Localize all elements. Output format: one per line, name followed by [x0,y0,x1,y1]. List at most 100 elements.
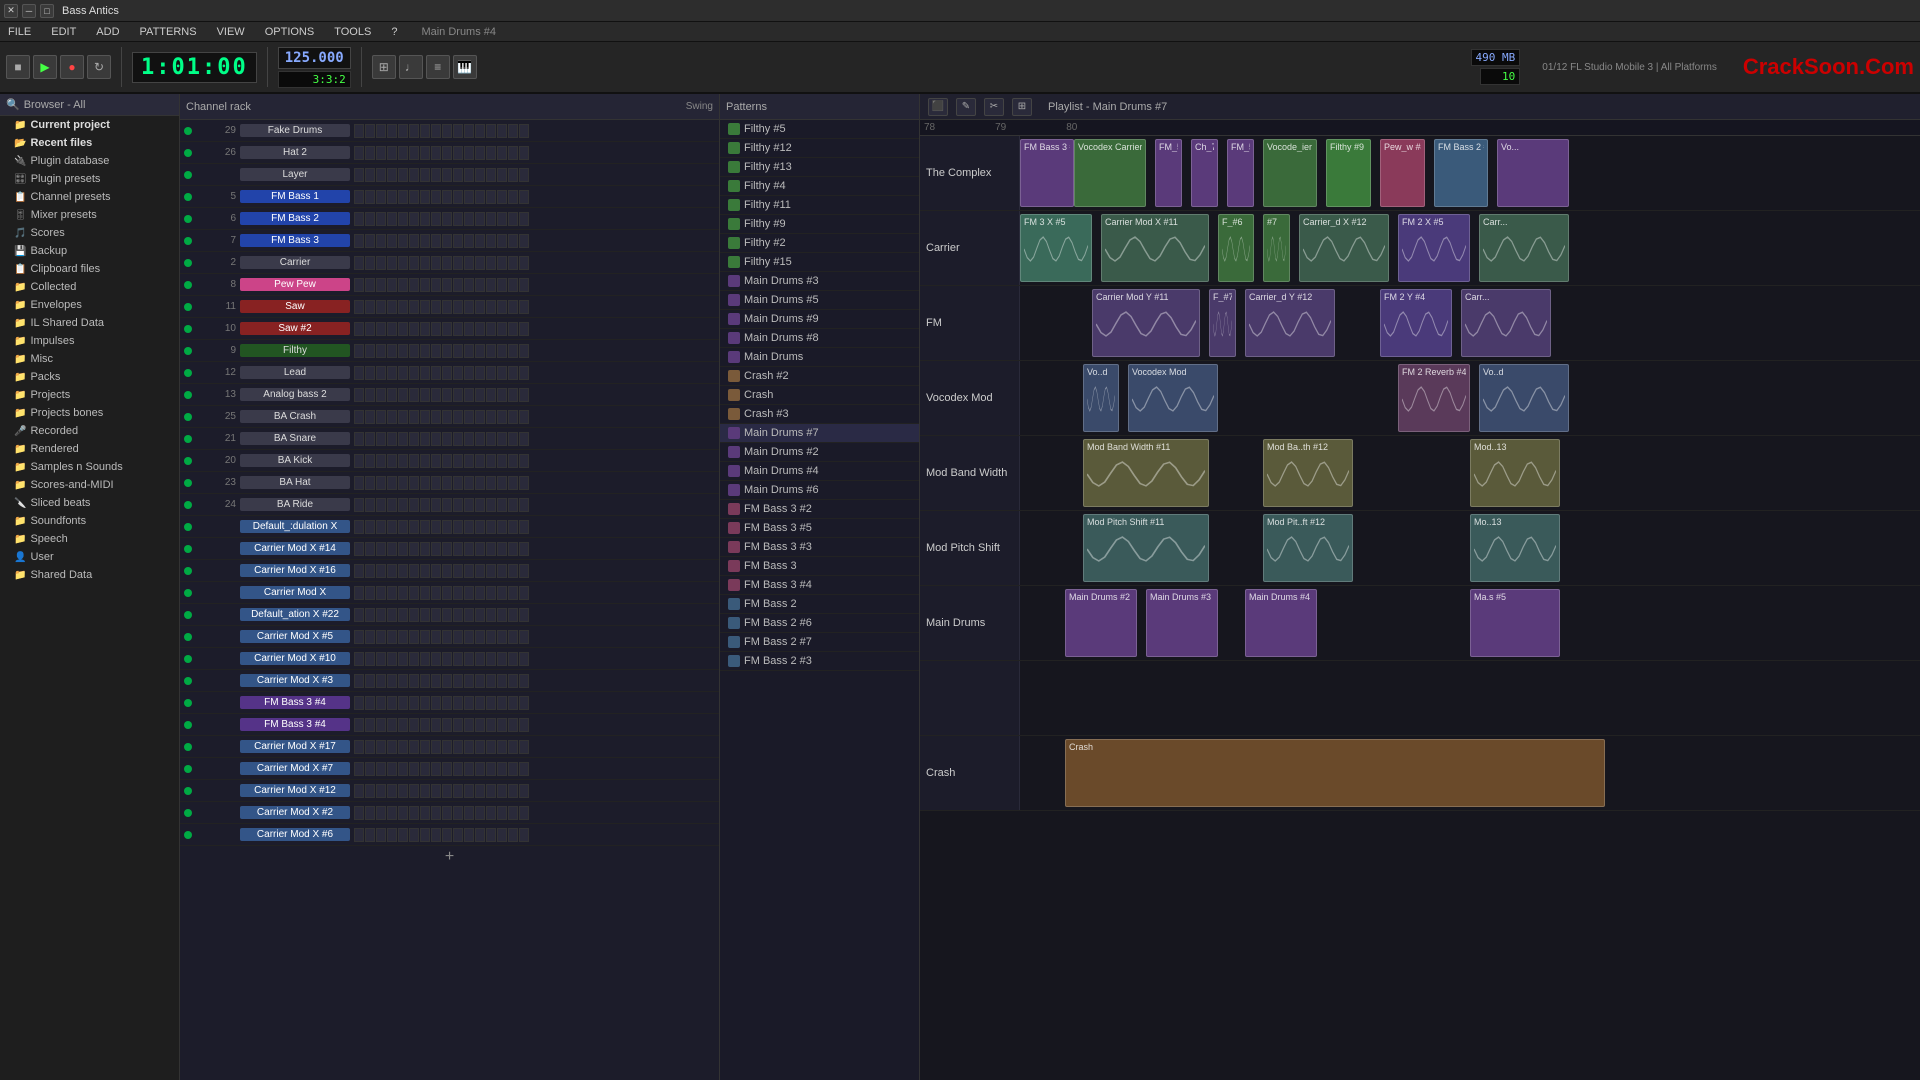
clip[interactable]: FM 2 Reverb #4 [1398,364,1470,432]
piano-button[interactable]: 🎹 [453,55,477,79]
playlist-btn-1[interactable]: ⬛ [928,98,948,116]
channel-name[interactable]: Carrier Mod X #7 [240,762,350,775]
pad[interactable] [475,498,485,512]
pad[interactable] [365,696,375,710]
clip[interactable]: F_#7 [1209,289,1236,357]
pad[interactable] [398,322,408,336]
pad[interactable] [387,212,397,226]
pad[interactable] [398,498,408,512]
pad[interactable] [519,234,529,248]
channel-name[interactable]: FM Bass 2 [240,212,350,225]
browser-item-sliced-beats[interactable]: 🔪Sliced beats [0,494,179,512]
pad[interactable] [387,300,397,314]
clip[interactable]: Vocode_ier #11 [1263,139,1317,207]
clip[interactable]: FM_5 [1227,139,1254,207]
pad[interactable] [431,234,441,248]
pad[interactable] [519,564,529,578]
pad[interactable] [475,212,485,226]
pad[interactable] [508,806,518,820]
pattern-item[interactable]: Filthy #2 [720,234,919,253]
channel-row[interactable]: 21 BA Snare [180,428,719,450]
pad[interactable] [442,498,452,512]
channel-name[interactable]: Carrier Mod X #6 [240,828,350,841]
pad[interactable] [365,212,375,226]
pattern-item[interactable]: Filthy #11 [720,196,919,215]
pad[interactable] [387,718,397,732]
channel-name[interactable]: Carrier Mod X #10 [240,652,350,665]
pad[interactable] [409,828,419,842]
pad[interactable] [431,740,441,754]
browser-item-packs[interactable]: 📁Packs [0,368,179,386]
pad[interactable] [431,630,441,644]
pad[interactable] [442,432,452,446]
pad[interactable] [475,256,485,270]
pad[interactable] [453,542,463,556]
channel-name[interactable]: Lead [240,366,350,379]
pad[interactable] [365,278,375,292]
pad[interactable] [420,212,430,226]
play-button[interactable]: ▶ [33,55,57,79]
pad[interactable] [464,146,474,160]
pad[interactable] [442,410,452,424]
pad[interactable] [387,454,397,468]
pattern-item[interactable]: FM Bass 2 #6 [720,614,919,633]
pad[interactable] [475,454,485,468]
pad[interactable] [387,190,397,204]
pad[interactable] [398,476,408,490]
channel-row[interactable]: Carrier Mod X #17 [180,736,719,758]
pad[interactable] [409,564,419,578]
menu-options[interactable]: OPTIONS [261,25,319,39]
pad[interactable] [387,564,397,578]
pad[interactable] [354,828,364,842]
pad[interactable] [442,586,452,600]
pad[interactable] [453,586,463,600]
pad[interactable] [486,410,496,424]
channel-row[interactable]: 26 Hat 2 [180,142,719,164]
pad[interactable] [431,212,441,226]
pad[interactable] [464,806,474,820]
channel-row[interactable]: 24 BA Ride [180,494,719,516]
pad[interactable] [398,146,408,160]
pad[interactable] [387,476,397,490]
track-content[interactable]: Crash [1020,736,1920,810]
pad[interactable] [398,234,408,248]
pad[interactable] [354,740,364,754]
pattern-item[interactable]: Filthy #12 [720,139,919,158]
pad[interactable] [475,674,485,688]
pad[interactable] [464,168,474,182]
pad[interactable] [431,520,441,534]
pad[interactable] [365,190,375,204]
pad[interactable] [508,344,518,358]
pad[interactable] [442,278,452,292]
pad[interactable] [464,432,474,446]
channel-row[interactable]: 9 Filthy [180,340,719,362]
pad[interactable] [420,388,430,402]
channel-row[interactable]: Carrier Mod X #12 [180,780,719,802]
pad[interactable] [453,696,463,710]
bpm-display[interactable]: 125.000 [278,47,351,69]
pad[interactable] [420,696,430,710]
pad[interactable] [475,146,485,160]
pad[interactable] [420,564,430,578]
pad[interactable] [475,740,485,754]
pad[interactable] [486,212,496,226]
track-content[interactable]: Main Drums #2Main Drums #3Main Drums #4M… [1020,586,1920,660]
pad[interactable] [387,498,397,512]
pad[interactable] [519,718,529,732]
pad[interactable] [475,124,485,138]
clip[interactable]: Vo..d [1083,364,1119,432]
pad[interactable] [398,806,408,820]
pad[interactable] [376,432,386,446]
pad[interactable] [453,630,463,644]
clip[interactable]: Vo... [1497,139,1569,207]
pad[interactable] [497,806,507,820]
pad[interactable] [354,410,364,424]
browser-item-backup[interactable]: 💾Backup [0,242,179,260]
playlist-btn-2[interactable]: ✎ [956,98,976,116]
pad[interactable] [442,784,452,798]
pad[interactable] [453,608,463,622]
pattern-item[interactable]: Main Drums #5 [720,291,919,310]
track-content[interactable]: Mod Pitch Shift #11 Mod Pit..ft #12 Mo..… [1020,511,1920,585]
pad[interactable] [497,696,507,710]
pad[interactable] [365,410,375,424]
